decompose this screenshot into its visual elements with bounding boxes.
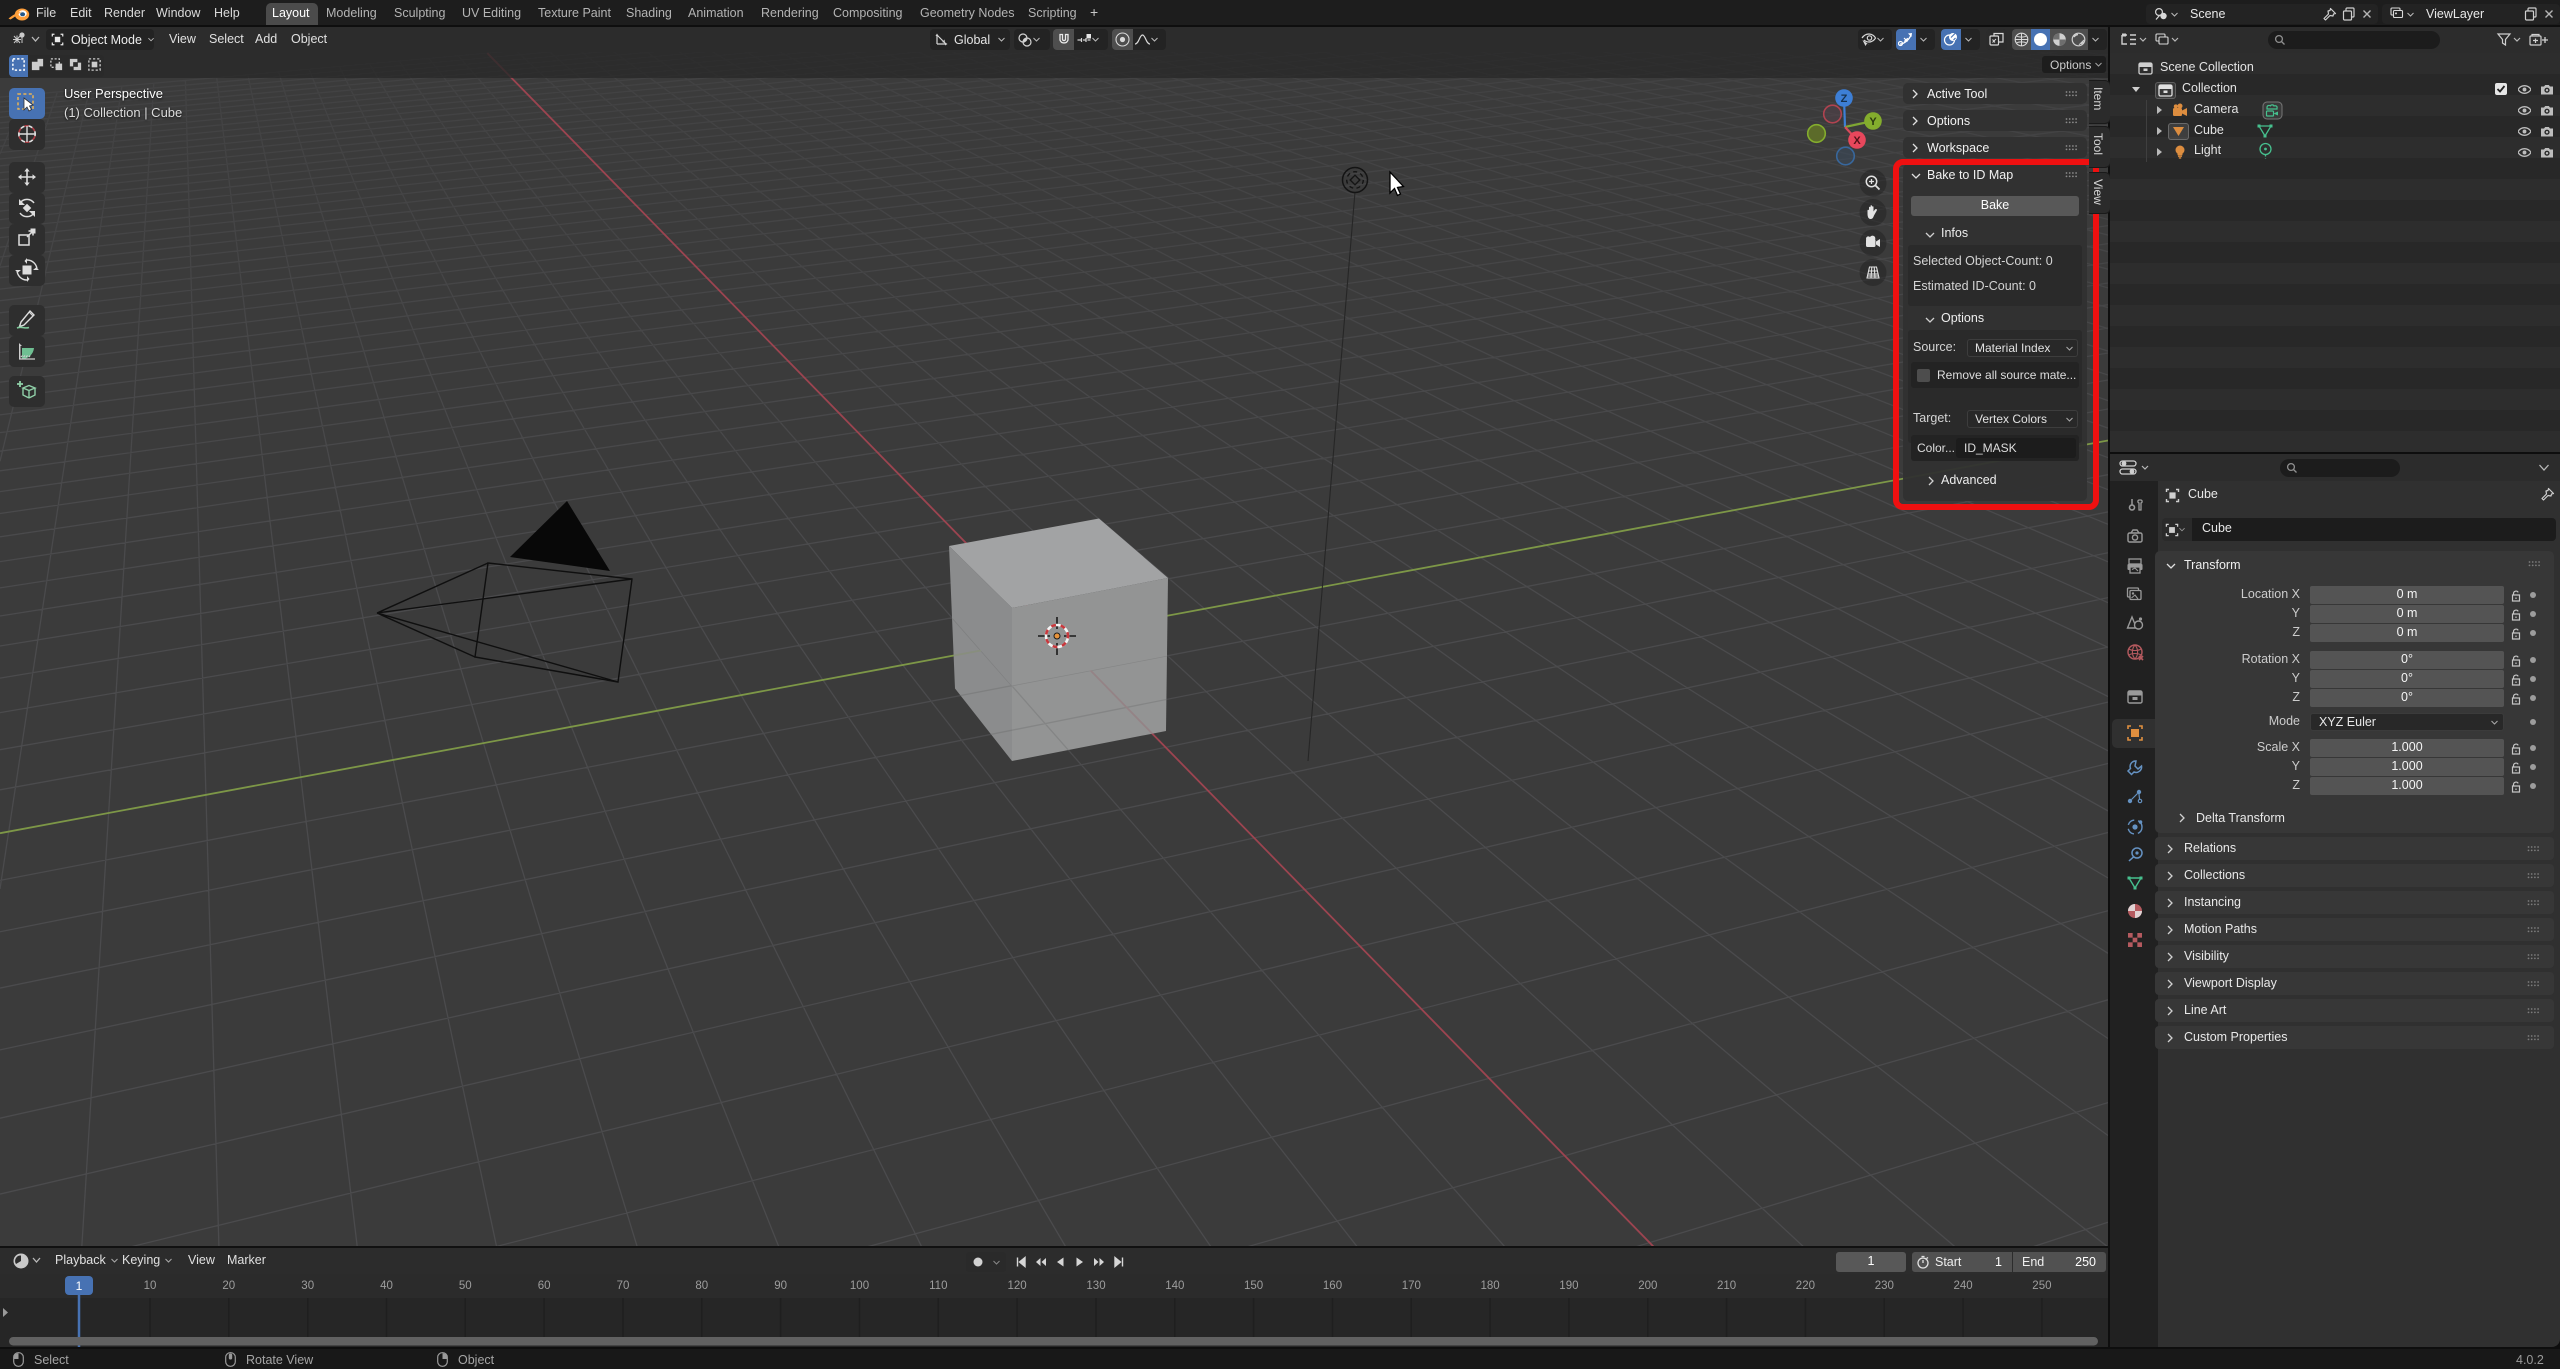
svg-text:120: 120 [1008,1280,1027,1292]
svg-text:100: 100 [850,1280,869,1292]
svg-text:190: 190 [1559,1280,1578,1292]
svg-text:170: 170 [1402,1280,1421,1292]
svg-text:210: 210 [1717,1280,1736,1292]
svg-text:160: 160 [1323,1280,1342,1292]
svg-text:200: 200 [1638,1280,1657,1292]
svg-text:180: 180 [1481,1280,1500,1292]
svg-text:230: 230 [1875,1280,1894,1292]
svg-text:30: 30 [301,1280,314,1292]
svg-text:90: 90 [774,1280,787,1292]
svg-text:140: 140 [1165,1280,1184,1292]
svg-text:1: 1 [76,1279,83,1293]
svg-text:70: 70 [617,1280,630,1292]
svg-text:Z: Z [1841,93,1848,105]
svg-text:240: 240 [1954,1280,1973,1292]
svg-text:80: 80 [695,1280,708,1292]
svg-text:60: 60 [538,1280,551,1292]
svg-text:10: 10 [144,1280,157,1292]
svg-text:110: 110 [929,1280,947,1292]
svg-text:250: 250 [2032,1280,2051,1292]
svg-text:X: X [1853,135,1861,147]
svg-text:Y: Y [1869,116,1877,128]
svg-text:220: 220 [1796,1280,1815,1292]
svg-text:130: 130 [1086,1280,1105,1292]
svg-text:150: 150 [1244,1280,1263,1292]
svg-text:40: 40 [380,1280,393,1292]
svg-text:50: 50 [459,1280,472,1292]
svg-text:20: 20 [222,1280,235,1292]
